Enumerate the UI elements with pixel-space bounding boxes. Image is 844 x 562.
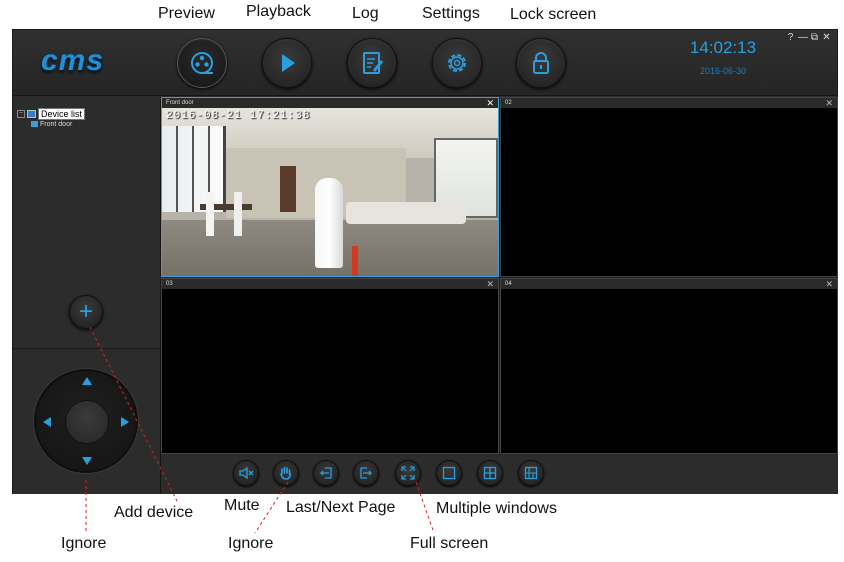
tree-root[interactable]: − Device list (17, 108, 86, 120)
restore-button[interactable]: ⧉ (810, 32, 819, 43)
annotation-last-next-page: Last/Next Page (286, 499, 396, 516)
clock-time: 14:02:13 (689, 38, 757, 57)
plus-icon: + (78, 298, 93, 325)
minimize-button[interactable]: — (798, 32, 808, 43)
annotation-multiple-windows: Multiple windows (436, 500, 557, 517)
cms-app-window: cms 14:02:13 2016-06-30 ? — ⧉ ✕ − Device… (12, 29, 838, 494)
playback-play-icon (282, 54, 295, 72)
top-toolbar: cms 14:02:13 2016-06-30 ? — ⧉ ✕ (13, 30, 837, 96)
pane-title: 02 (501, 98, 837, 108)
bottom-toolbar (161, 454, 838, 494)
video-pane-4[interactable]: 04 ✕ (500, 278, 838, 454)
video-grid: Front door ✕ 2016-08-21 17:21:38 02 ✕ 03… (161, 97, 838, 454)
fullscreen-icon (401, 466, 415, 480)
tree-item-front-door[interactable]: Front door (17, 119, 85, 129)
multi-window-icon (524, 466, 538, 480)
close-button[interactable]: ✕ (822, 32, 831, 43)
mute-speaker-icon (239, 466, 254, 480)
clock-date: 2016-06-30 (699, 66, 747, 76)
pane-title: 04 (501, 279, 837, 289)
pane-close-icon[interactable]: ✕ (486, 98, 494, 108)
add-device-button[interactable]: + (69, 295, 103, 329)
full-screen-button[interactable] (395, 460, 421, 486)
single-window-icon (442, 466, 456, 480)
ptz-right-arrow-icon[interactable] (121, 417, 129, 427)
annotation-add-device: Add device (114, 504, 194, 521)
next-page-icon (360, 467, 372, 479)
pane-close-icon[interactable]: ✕ (825, 98, 833, 108)
hand-button[interactable] (273, 460, 299, 486)
annotation-playback: Playback (246, 3, 311, 20)
preview-button[interactable] (177, 38, 227, 88)
lock-screen-button[interactable] (516, 38, 566, 88)
hand-icon (280, 466, 292, 480)
multi-window-button[interactable] (518, 460, 544, 486)
sidebar-divider (13, 348, 161, 349)
log-button[interactable] (347, 38, 397, 88)
playback-button[interactable] (262, 38, 312, 88)
collapse-icon[interactable]: − (17, 110, 25, 118)
log-notepad-icon (363, 52, 383, 74)
preview-reel-icon (191, 52, 213, 74)
pane-close-icon[interactable]: ✕ (486, 279, 494, 289)
single-window-button[interactable] (436, 460, 462, 486)
ptz-control-pad[interactable] (34, 369, 138, 473)
lock-icon (533, 52, 549, 74)
ptz-down-arrow-icon[interactable] (82, 457, 92, 465)
camera-feed-image: 2016-08-21 17:21:38 (162, 108, 498, 276)
annotation-full-screen: Full screen (410, 535, 489, 552)
computer-icon (27, 110, 36, 118)
cms-logo: cms (41, 44, 105, 77)
camera-icon (31, 121, 38, 127)
annotation-log: Log (352, 5, 379, 22)
next-page-button[interactable] (353, 460, 379, 486)
device-tree: − Device list Front door (17, 108, 86, 129)
annotation-ignore-hand: Ignore (228, 535, 274, 552)
annotation-mute: Mute (224, 497, 260, 514)
ptz-up-arrow-icon[interactable] (82, 377, 92, 385)
ptz-left-arrow-icon[interactable] (43, 417, 51, 427)
settings-gear-icon (448, 54, 466, 72)
annotation-lock-screen: Lock screen (510, 6, 597, 23)
window-controls: ? — ⧉ ✕ (786, 32, 831, 43)
pane-close-icon[interactable]: ✕ (825, 279, 833, 289)
video-pane-1[interactable]: Front door ✕ 2016-08-21 17:21:38 (161, 97, 499, 277)
help-button[interactable]: ? (786, 32, 795, 43)
mute-button[interactable] (233, 460, 259, 486)
video-osd-timestamp: 2016-08-21 17:21:38 (166, 110, 311, 122)
annotation-preview: Preview (158, 5, 215, 22)
video-pane-2[interactable]: 02 ✕ (500, 97, 838, 277)
annotation-ignore-ptz: Ignore (61, 535, 107, 552)
annotation-settings: Settings (422, 5, 480, 22)
four-window-icon (483, 466, 497, 480)
tree-item-label[interactable]: Front door (40, 121, 72, 128)
settings-button[interactable] (432, 38, 482, 88)
video-pane-3[interactable]: 03 ✕ (161, 278, 499, 454)
ptz-center-button[interactable] (65, 400, 109, 444)
tree-root-label[interactable]: Device list (38, 108, 86, 120)
last-page-icon (320, 467, 332, 479)
four-window-button[interactable] (477, 460, 503, 486)
last-page-button[interactable] (313, 460, 339, 486)
sidebar: − Device list Front door + (13, 97, 161, 494)
pane-title: 03 (162, 279, 498, 289)
pane-title: Front door (162, 98, 498, 108)
